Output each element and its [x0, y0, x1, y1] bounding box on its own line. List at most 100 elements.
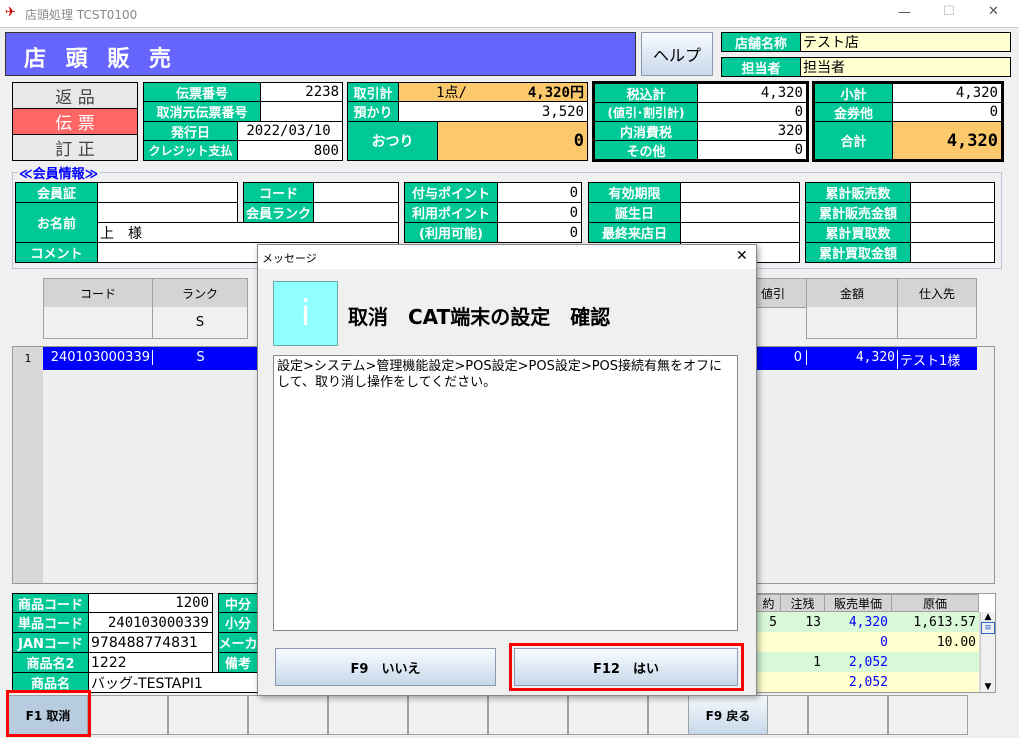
credit-label: クレジット支払	[143, 140, 238, 161]
staff-label: 担当者	[721, 57, 801, 77]
cum-buy-count	[910, 222, 995, 243]
function-key-empty[interactable]	[808, 695, 888, 735]
jan-code-label: JANコード	[12, 632, 89, 653]
row-code: 240103000339	[50, 350, 150, 365]
trade-total-label: 取引計	[347, 82, 399, 102]
function-key-empty[interactable]	[568, 695, 648, 735]
stock-header: 注残	[780, 594, 825, 612]
trade-count: 1点/	[398, 82, 508, 102]
use-point-label: 利用ポイント	[404, 202, 498, 223]
subtotal: 4,320	[892, 83, 1002, 103]
birthday	[680, 202, 800, 223]
dialog-close-button[interactable]: ✕	[736, 248, 748, 264]
dialog-message: 設定>システム>管理機能設定>POS設定>POS設定>POS接続有無をオフにして…	[273, 355, 738, 631]
orig-slip-label: 取消元伝票番号	[143, 101, 261, 122]
stock-cell	[891, 652, 980, 672]
no-button[interactable]: F9 いいえ	[275, 648, 496, 686]
member-card	[97, 182, 238, 203]
total: 4,320	[892, 121, 1002, 160]
function-key-empty[interactable]	[248, 695, 328, 735]
use-point: 0	[497, 202, 582, 223]
stock-cell: 2,052	[824, 672, 892, 692]
item-code-label: 単品コード	[12, 612, 89, 633]
total-label: 合計	[814, 121, 893, 160]
function-key-empty[interactable]	[328, 695, 408, 735]
member-name: 上 様	[97, 222, 399, 243]
row-amount: 4,320	[806, 350, 897, 365]
stock-header: 約	[756, 594, 781, 612]
voucher-label: 金券他	[814, 102, 893, 122]
minimize-button[interactable]: —	[898, 5, 911, 20]
change: 0	[437, 121, 588, 161]
function-key-empty[interactable]	[888, 695, 968, 735]
row-rank: S	[152, 350, 248, 365]
subtotal-label: 小計	[814, 83, 893, 103]
slip-no-label: 伝票番号	[143, 82, 261, 102]
maker-label: メーカ	[218, 632, 258, 653]
stock-header: 原価	[891, 594, 979, 612]
filter-supplier[interactable]	[897, 307, 977, 339]
cum-sales-count-label: 累計販売数	[805, 182, 911, 203]
stock-cell	[756, 672, 781, 692]
function-key-empty[interactable]	[408, 695, 488, 735]
filter-rank[interactable]: S	[152, 307, 248, 339]
small-category-label: 小分	[218, 612, 258, 633]
cum-sales-amount	[910, 202, 995, 223]
expiry	[680, 182, 800, 203]
stock-cell: 4,320	[824, 612, 892, 632]
inner-tax-label: 内消費税	[594, 121, 698, 141]
deposit-label: 預かり	[347, 101, 399, 122]
dialog-heading: 取消 CAT端末の設定 確認	[348, 305, 611, 329]
row-number: 1	[13, 347, 43, 370]
stock-cell: 13	[780, 612, 825, 632]
return-button[interactable]: 返 品	[13, 83, 137, 109]
tax-incl-label: 税込計	[594, 83, 698, 103]
filter-amount[interactable]	[806, 307, 898, 339]
function-key-empty[interactable]	[168, 695, 248, 735]
maximize-button[interactable]: ☐	[943, 4, 955, 19]
close-button[interactable]: ✕	[988, 4, 999, 19]
mode-panel: 返 品 伝 票 訂 正	[12, 82, 138, 161]
scroll-down-icon[interactable]: ▼	[981, 682, 995, 692]
stock-cell	[780, 632, 825, 652]
cum-buy-amount	[910, 242, 995, 263]
product-code-label: 商品コード	[12, 593, 89, 613]
col-header-rank[interactable]: ランク	[152, 278, 248, 308]
col-header-amount[interactable]: 金額	[806, 278, 898, 308]
change-label: おつり	[347, 121, 438, 161]
correct-button[interactable]: 訂 正	[13, 135, 137, 160]
f9-back-button[interactable]: F9 戻る	[688, 695, 768, 735]
filter-code[interactable]	[43, 307, 153, 339]
stock-cell: 2,052	[824, 652, 892, 672]
store-label: 店舗名称	[721, 32, 801, 52]
last-visit-label: 最終来店日	[588, 222, 681, 243]
deposit: 3,520	[398, 101, 588, 122]
slip-no: 2238	[260, 82, 343, 102]
product-code: 1200	[88, 593, 213, 613]
stock-scrollbar[interactable]: ▲ ≡ ▼	[980, 612, 995, 692]
stock-cell	[780, 672, 825, 692]
row-supplier: テスト1様	[897, 350, 977, 369]
grant-point: 0	[497, 182, 582, 203]
last-visit	[680, 222, 800, 243]
info-icon: i	[273, 281, 338, 346]
date: 2022/03/10	[237, 121, 343, 141]
function-key-empty[interactable]	[488, 695, 568, 735]
col-header-supplier[interactable]: 仕入先	[897, 278, 977, 308]
expiry-label: 有効期限	[588, 182, 681, 203]
slip-button[interactable]: 伝 票	[13, 109, 137, 135]
scroll-thumb-icon[interactable]: ≡	[981, 622, 995, 634]
discount: 0	[697, 102, 807, 122]
member-code	[313, 182, 399, 203]
function-key-empty[interactable]	[88, 695, 168, 735]
help-button[interactable]: ヘルプ	[641, 32, 713, 76]
discount-label: (値引･割引計)	[594, 102, 698, 122]
date-label: 発行日	[143, 121, 238, 141]
member-rank-label: 会員ランク	[243, 202, 314, 223]
scroll-up-icon[interactable]: ▲	[981, 612, 995, 622]
trade-amount: 4,320円	[500, 82, 588, 102]
member-name-label: お名前	[15, 202, 98, 243]
member-rank	[313, 202, 399, 223]
window-title: 店頭処理 TCST0100	[25, 8, 138, 22]
col-header-code[interactable]: コード	[43, 278, 153, 308]
